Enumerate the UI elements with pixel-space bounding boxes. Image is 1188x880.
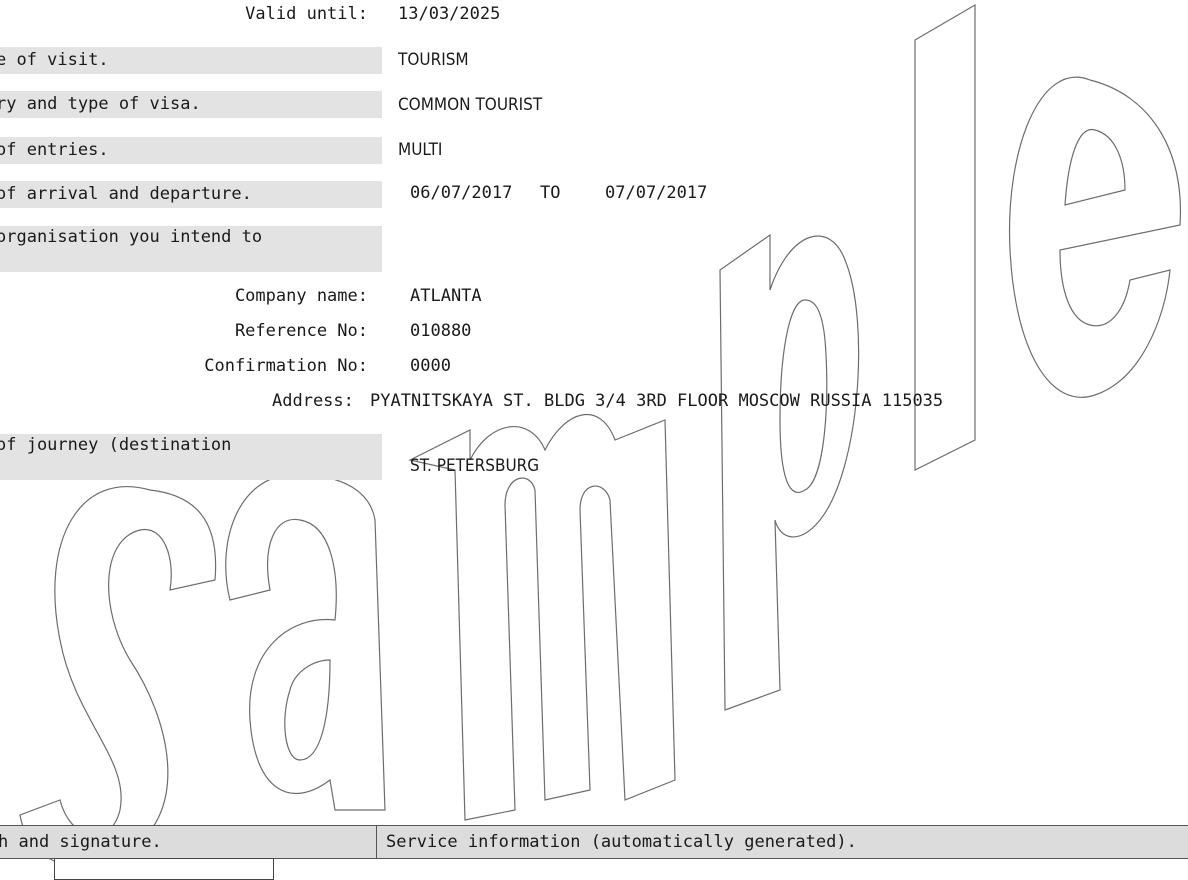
dates-to-value: 07/07/2017 (605, 183, 708, 203)
valid-until-label: Valid until: (245, 4, 368, 24)
reference-no-value: 010880 (410, 321, 472, 341)
dates-to-word: TO (540, 183, 561, 203)
address-label: Address: (272, 391, 354, 411)
address-value: PYATNITSKAYA ST. BLDG 3/4 3RD FLOOR MOSC… (370, 391, 944, 411)
purpose-value: TOURISM (398, 50, 469, 70)
signature-box[interactable] (54, 858, 274, 880)
company-name-value: ATLANTA (410, 286, 482, 306)
purpose-label: e of visit. (0, 50, 109, 70)
confirmation-no-value: 0000 (410, 356, 451, 376)
entries-value: MULTI (398, 140, 443, 160)
category-label: ry and type of visa. (0, 94, 201, 114)
category-value: COMMON TOURIST (398, 95, 543, 115)
dates-from-value: 06/07/2017 (410, 183, 513, 203)
confirmation-no-label: Confirmation No: (204, 356, 368, 376)
organisation-label-box: organisation you intend to (0, 226, 382, 272)
purpose-label-box: e of visit. (0, 47, 382, 74)
reference-no-label: Reference No: (234, 321, 368, 341)
photo-signature-label: h and signature. (0, 832, 162, 852)
route-label-box: of journey (destination (0, 434, 382, 480)
company-name-label: Company name: (234, 286, 368, 306)
service-information-label: Service information (automatically gener… (386, 832, 857, 852)
dates-label-box: of arrival and departure. (0, 181, 382, 208)
dates-label: of arrival and departure. (0, 184, 252, 204)
valid-until-value: 13/03/2025 (398, 4, 501, 24)
organisation-label: organisation you intend to (0, 227, 263, 247)
entries-label-box: of entries. (0, 137, 382, 164)
route-label: of journey (destination (0, 435, 232, 455)
entries-label: of entries. (0, 140, 109, 160)
footer-divider (376, 826, 377, 858)
category-label-box: ry and type of visa. (0, 91, 382, 118)
route-value: ST. PETERSBURG (410, 456, 540, 476)
footer-header-row: h and signature. Service information (au… (0, 825, 1188, 859)
